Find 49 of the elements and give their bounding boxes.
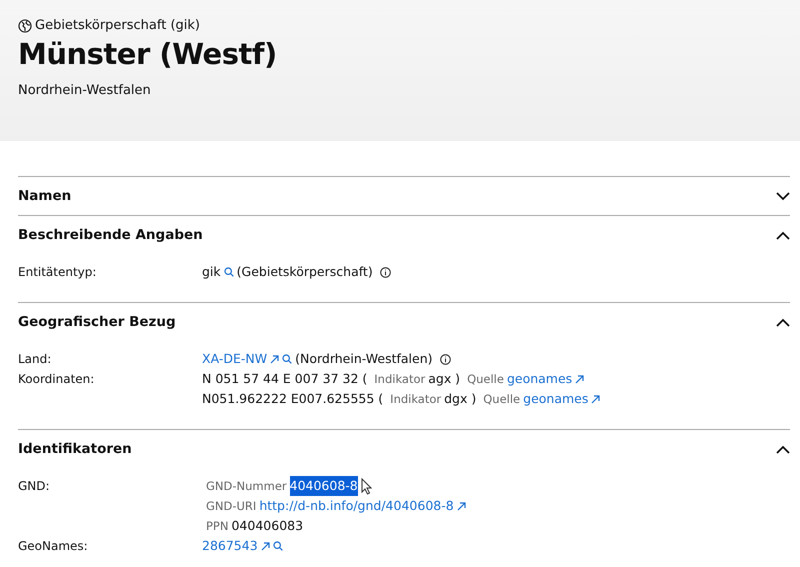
value-text: 040406083	[231, 517, 304, 535]
field-label: Koordinaten:	[18, 371, 96, 388]
field-label: Quelle	[467, 371, 504, 388]
arrow-icon[interactable]	[575, 374, 584, 384]
link[interactable]: geonames	[506, 369, 572, 389]
field-label: PPN	[206, 518, 228, 535]
link[interactable]: http://d-nb.info/gnd/4040608-8	[259, 496, 454, 516]
field-label: GND-URI	[206, 498, 256, 515]
search-icon[interactable]	[272, 541, 283, 551]
value-text: N051.962222 E007.625555 (	[202, 390, 384, 408]
globe-icon	[18, 18, 32, 32]
chevron-icon[interactable]	[776, 318, 790, 326]
value-text: (Gebietskörperschaft)	[236, 263, 373, 281]
field-label: Entitätentyp:	[18, 264, 98, 281]
value-text: agx )	[428, 370, 460, 388]
info-icon[interactable]	[440, 354, 451, 364]
field-label: Land:	[18, 351, 52, 368]
subtitle: Nordrhein-Westfalen	[18, 83, 152, 98]
field-label: GND-Nummer	[206, 478, 287, 495]
field-label: Indikator	[374, 371, 426, 388]
selected-text: 4040608-8	[290, 476, 358, 496]
field-label: GeoNames:	[18, 538, 89, 555]
link[interactable]: 2867543	[202, 536, 258, 556]
arrow-icon[interactable]	[591, 394, 600, 404]
link[interactable]: geonames	[523, 389, 588, 409]
value-text: gik	[202, 263, 221, 281]
section-title[interactable]: Identifikatoren	[18, 441, 132, 457]
entity-type: Gebietskörperschaft (gik)	[35, 18, 200, 33]
section-title[interactable]: Namen	[18, 188, 72, 204]
arrow-icon[interactable]	[270, 354, 280, 364]
chevron-icon[interactable]	[776, 192, 790, 200]
arrow-icon[interactable]	[260, 542, 270, 550]
info-icon[interactable]	[380, 266, 391, 278]
chevron-icon[interactable]	[776, 444, 790, 454]
field-label: Quelle	[483, 391, 520, 408]
section-title[interactable]: Geografischer Bezug	[18, 314, 176, 330]
link[interactable]: XA-DE-NW	[202, 349, 268, 369]
value-text: N 051 57 44 E 007 37 32 (	[202, 370, 368, 388]
chevron-icon[interactable]	[776, 230, 790, 240]
arrow-icon[interactable]	[456, 502, 466, 510]
page-title: Münster (Westf)	[18, 37, 278, 71]
value-text: (Nordrhein-Westfalen)	[295, 350, 433, 368]
field-label: GND:	[18, 478, 51, 495]
cursor-icon	[360, 478, 372, 494]
field-label: Indikator	[390, 391, 442, 408]
search-icon[interactable]	[282, 354, 292, 364]
search-icon[interactable]	[224, 267, 234, 277]
section-title[interactable]: Beschreibende Angaben	[18, 227, 203, 243]
value-text: dgx )	[444, 390, 476, 408]
